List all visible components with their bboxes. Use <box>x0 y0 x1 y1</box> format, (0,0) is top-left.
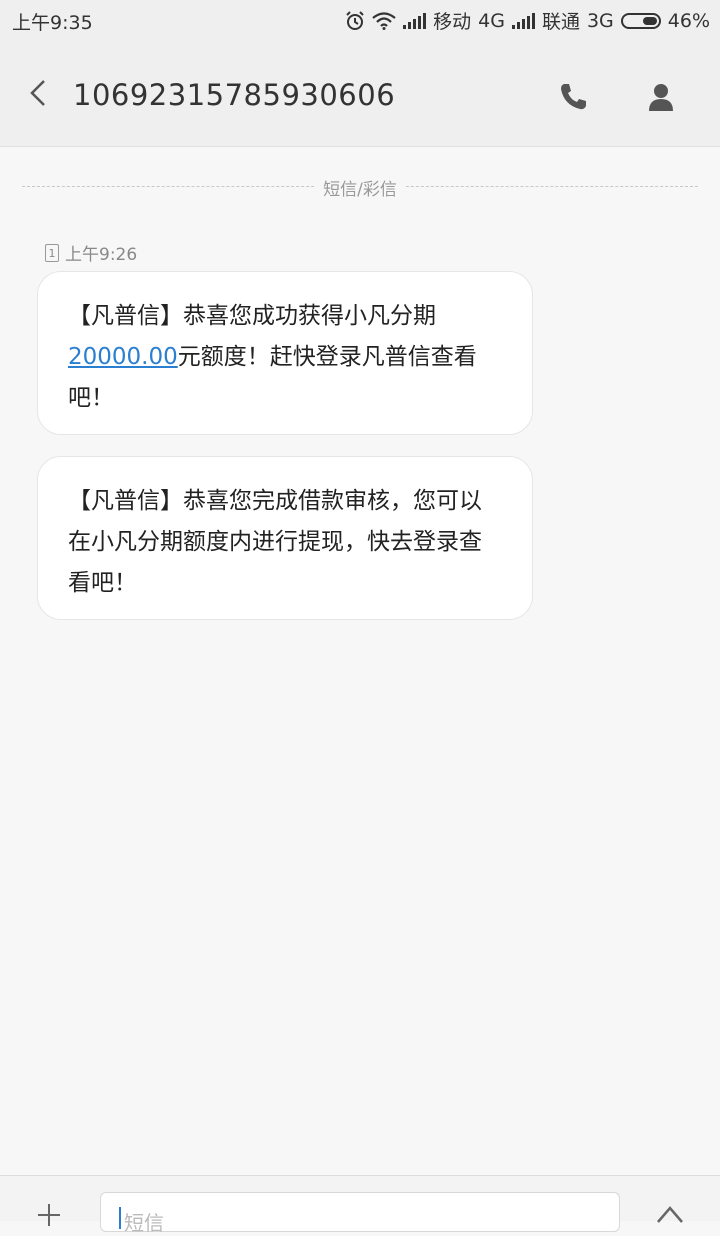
message-time: 上午9:26 <box>65 245 138 265</box>
status-bar: 上午9:35 移动 4G 联通 3G 46% <box>0 0 720 40</box>
composer-bar: 短信 <box>0 1175 720 1235</box>
input-placeholder: 短信 <box>124 1211 164 1235</box>
wifi-icon <box>372 11 396 30</box>
network2: 3G <box>586 9 614 32</box>
divider-label: 短信/彩信 <box>315 175 405 200</box>
signal-icon-2 <box>511 12 535 29</box>
phone-icon[interactable] <box>556 80 590 114</box>
amount-link[interactable]: 20000.00 <box>68 344 178 370</box>
message-input[interactable]: 短信 <box>100 1192 620 1235</box>
message-text: 【凡普信】恭喜您完成借款审核，您可以在小凡分期额度内进行提现，快去登录查看吧！ <box>68 488 482 596</box>
message-bubble[interactable]: 【凡普信】恭喜您完成借款审核，您可以在小凡分期额度内进行提现，快去登录查看吧！ <box>37 456 533 620</box>
message-meta: 1 上午9:26 <box>45 240 137 265</box>
message-text: 【凡普信】恭喜您成功获得小凡分期 <box>68 303 436 329</box>
battery-icon <box>620 12 661 29</box>
send-icon[interactable] <box>656 1204 684 1224</box>
status-right: 移动 4G 联通 3G 46% <box>345 7 710 34</box>
alarm-icon <box>346 10 364 30</box>
conversation-header: 10692315785930606 <box>0 40 720 147</box>
conversation-title: 10692315785930606 <box>73 78 396 112</box>
message-type-divider: 短信/彩信 <box>22 173 698 200</box>
message-bubble[interactable]: 【凡普信】恭喜您成功获得小凡分期 20000.00元额度！赶快登录凡普信查看吧！ <box>37 271 533 435</box>
signal-icon <box>403 12 427 29</box>
carrier1: 移动 <box>433 11 472 33</box>
sim-icon: 1 <box>45 243 59 262</box>
battery-level: 46% <box>667 9 710 32</box>
carrier2: 联通 <box>541 11 580 33</box>
plus-icon[interactable] <box>38 1204 60 1226</box>
text-cursor <box>119 1207 121 1229</box>
network1: 4G <box>478 9 505 32</box>
contact-icon[interactable] <box>644 80 678 114</box>
back-arrow-icon[interactable] <box>24 78 54 108</box>
status-time: 上午9:35 <box>12 12 93 34</box>
